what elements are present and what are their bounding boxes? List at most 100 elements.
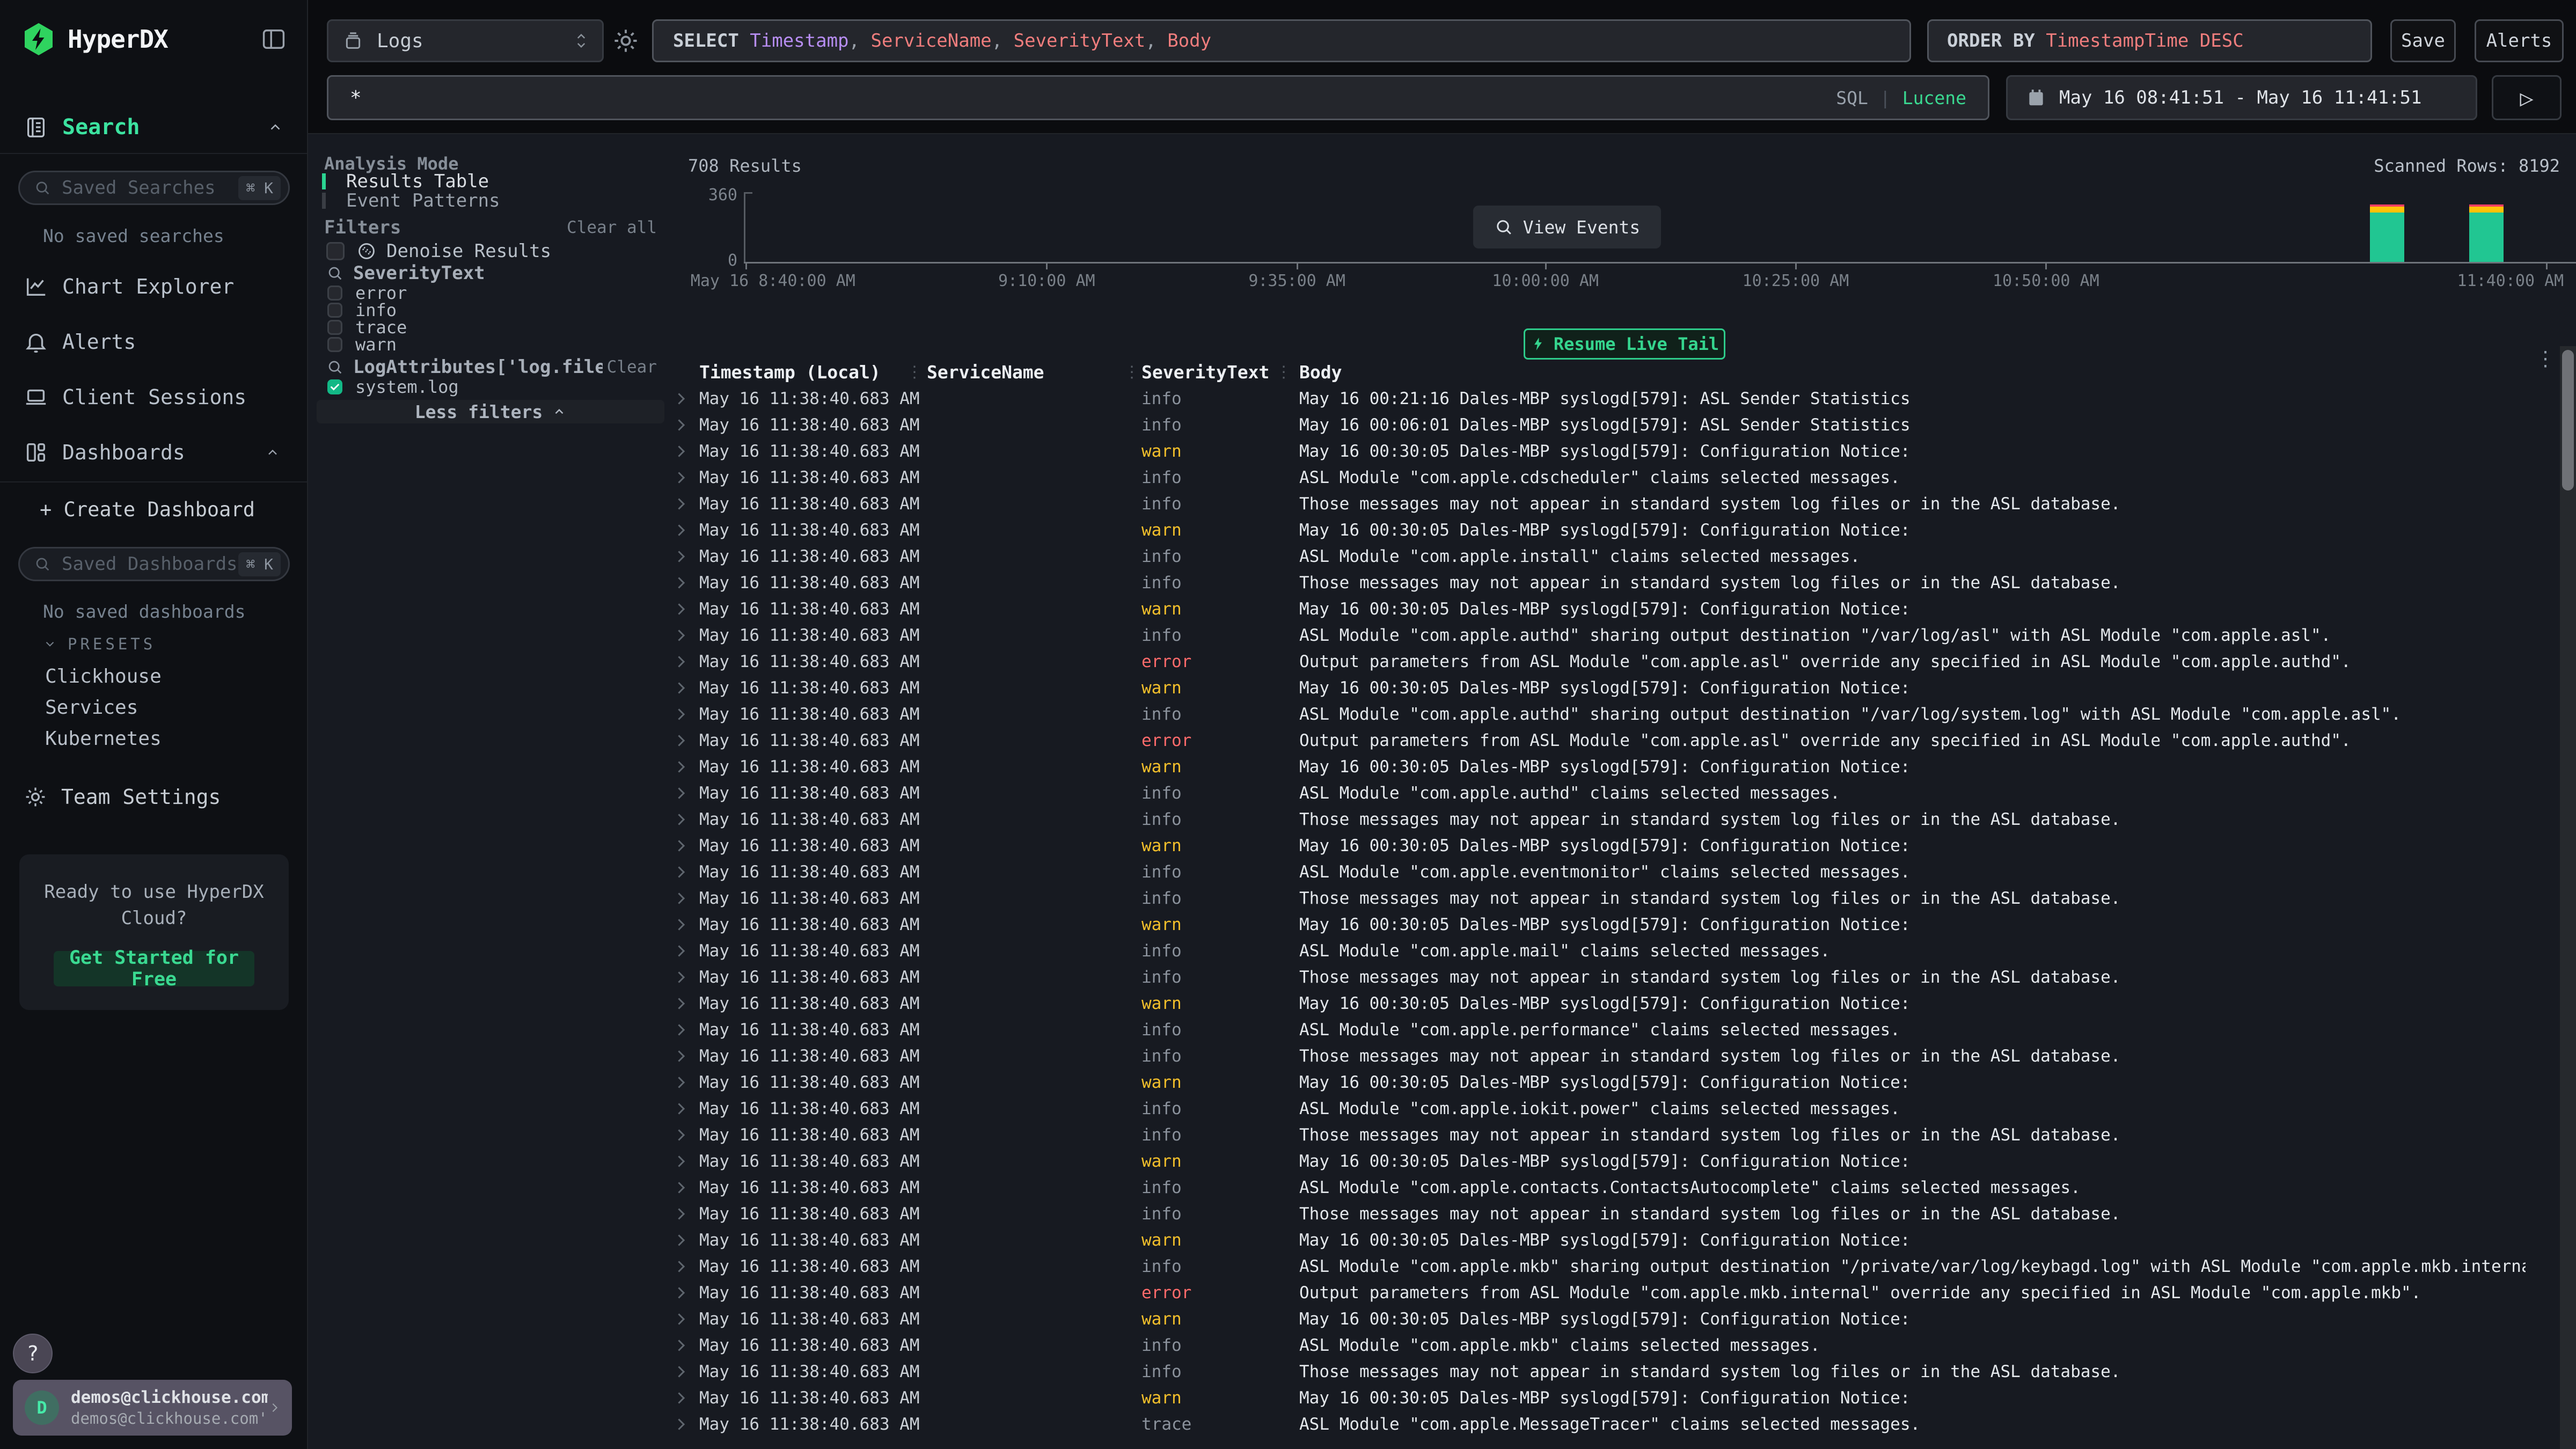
- table-row[interactable]: May 16 11:38:40.683 AMerrorOutput parame…: [308, 1279, 2558, 1306]
- preset-kubernetes[interactable]: Kubernetes: [45, 723, 292, 755]
- column-header-body[interactable]: Body: [1299, 361, 1342, 384]
- alerts-button[interactable]: Alerts: [2475, 19, 2564, 62]
- table-row[interactable]: May 16 11:38:40.683 AMinfoASL Module "co…: [308, 543, 2558, 569]
- table-row[interactable]: May 16 11:38:40.683 AMinfoASL Module "co…: [308, 859, 2558, 885]
- column-header-servicename[interactable]: ServiceName: [927, 361, 1044, 384]
- table-row[interactable]: May 16 11:38:40.683 AMinfoMay 16 00:21:1…: [308, 385, 2558, 412]
- chevron-right-icon[interactable]: [674, 1261, 685, 1272]
- sidebar-item-alerts[interactable]: Alerts: [0, 314, 308, 369]
- checkbox[interactable]: [326, 242, 345, 260]
- table-row[interactable]: May 16 11:38:40.683 AMinfoASL Module "co…: [308, 622, 2558, 648]
- sidebar-item-dashboards[interactable]: Dashboards: [0, 425, 308, 480]
- chevron-right-icon[interactable]: [674, 866, 685, 877]
- chevron-right-icon[interactable]: [674, 1129, 685, 1140]
- chevron-right-icon[interactable]: [674, 1340, 685, 1351]
- source-settings-gear-icon[interactable]: [612, 27, 640, 55]
- chevron-right-icon[interactable]: [674, 708, 685, 720]
- table-row[interactable]: May 16 11:38:40.683 AMwarnMay 16 00:30:0…: [308, 438, 2558, 464]
- chevron-right-icon[interactable]: [674, 1418, 685, 1430]
- table-row[interactable]: May 16 11:38:40.683 AMinfoThose messages…: [308, 1358, 2558, 1385]
- table-row[interactable]: May 16 11:38:40.683 AMwarnMay 16 00:30:0…: [308, 990, 2558, 1016]
- table-row[interactable]: May 16 11:38:40.683 AMwarnMay 16 00:30:0…: [308, 911, 2558, 938]
- filter-option-trace[interactable]: trace: [326, 319, 657, 336]
- chevron-right-icon[interactable]: [674, 892, 685, 904]
- saved-searches-input[interactable]: Saved Searches ⌘ K: [18, 171, 290, 205]
- column-header-severitytext[interactable]: SeverityText: [1141, 361, 1269, 384]
- column-grip-icon[interactable]: ⋮: [906, 361, 923, 384]
- table-row[interactable]: May 16 11:38:40.683 AMinfoASL Module "co…: [308, 780, 2558, 806]
- sidebar-item-team-settings[interactable]: Team Settings: [24, 775, 221, 818]
- chevron-right-icon[interactable]: [674, 419, 685, 430]
- filter-option-info[interactable]: info: [326, 302, 657, 319]
- help-button[interactable]: ?: [13, 1334, 53, 1373]
- saved-dashboards-input[interactable]: Saved Dashboards ⌘ K: [18, 547, 290, 581]
- column-grip-icon[interactable]: ⋮: [1124, 361, 1140, 384]
- order-by-input[interactable]: ORDER BY TimestampTime DESC: [1927, 19, 2372, 62]
- table-row[interactable]: May 16 11:38:40.683 AMinfoASL Module "co…: [308, 1016, 2558, 1043]
- chevron-right-icon[interactable]: [674, 498, 685, 509]
- table-row[interactable]: May 16 11:38:40.683 AMinfoMay 16 00:06:0…: [308, 412, 2558, 438]
- select-columns-input[interactable]: SELECT Timestamp, ServiceName, SeverityT…: [652, 19, 1911, 62]
- filter-option-error[interactable]: error: [326, 284, 657, 302]
- chevron-right-icon[interactable]: [674, 971, 685, 983]
- chevron-right-icon[interactable]: [674, 656, 685, 667]
- chevron-right-icon[interactable]: [674, 1155, 685, 1167]
- sidebar-item-client-sessions[interactable]: Client Sessions: [0, 369, 308, 425]
- table-row[interactable]: May 16 11:38:40.683 AMwarnMay 16 00:30:0…: [308, 675, 2558, 701]
- table-row[interactable]: May 16 11:38:40.683 AMwarnMay 16 00:30:0…: [308, 596, 2558, 622]
- chevron-right-icon[interactable]: [674, 1050, 685, 1062]
- get-started-button[interactable]: Get Started for Free: [54, 951, 254, 986]
- chevron-right-icon[interactable]: [674, 472, 685, 483]
- run-query-button[interactable]: ▷: [2492, 75, 2562, 120]
- table-row[interactable]: May 16 11:38:40.683 AMinfoThose messages…: [308, 1122, 2558, 1148]
- chevron-right-icon[interactable]: [674, 814, 685, 825]
- sidebar-collapse-icon[interactable]: [260, 25, 288, 53]
- resume-live-tail-button[interactable]: Resume Live Tail: [1524, 328, 1725, 360]
- chevron-right-icon[interactable]: [674, 603, 685, 614]
- table-row[interactable]: May 16 11:38:40.683 AMwarnMay 16 00:30:0…: [308, 832, 2558, 859]
- chevron-right-icon[interactable]: [674, 761, 685, 772]
- table-row[interactable]: May 16 11:38:40.683 AMinfoThose messages…: [308, 806, 2558, 832]
- table-row[interactable]: May 16 11:38:40.683 AMinfoASL Module "co…: [308, 1253, 2558, 1279]
- clear-all-button[interactable]: Clear all: [567, 218, 657, 237]
- chevron-right-icon[interactable]: [674, 1077, 685, 1088]
- table-row[interactable]: May 16 11:38:40.683 AMwarnMay 16 00:30:0…: [308, 1227, 2558, 1253]
- search-mode-sql[interactable]: SQL: [1836, 87, 1868, 108]
- scrollbar-thumb[interactable]: [2562, 350, 2574, 491]
- sidebar-item-chart-explorer[interactable]: Chart Explorer: [0, 259, 308, 314]
- checkbox[interactable]: [327, 303, 342, 318]
- chevron-right-icon[interactable]: [674, 393, 685, 404]
- analysis-mode-results-table[interactable]: Results Table: [317, 172, 664, 191]
- chevron-right-icon[interactable]: [674, 1024, 685, 1035]
- checkbox[interactable]: [327, 320, 342, 335]
- view-events-button[interactable]: View Events: [1473, 206, 1661, 248]
- table-row[interactable]: May 16 11:38:40.683 AMwarnMay 16 00:30:0…: [308, 517, 2558, 543]
- source-select[interactable]: Logs: [327, 19, 604, 62]
- filter-option-warn[interactable]: warn: [326, 336, 657, 353]
- table-options-kebab-icon[interactable]: ⋮: [2535, 347, 2556, 370]
- save-button[interactable]: Save: [2390, 19, 2456, 62]
- chevron-right-icon[interactable]: [674, 630, 685, 641]
- table-row[interactable]: May 16 11:38:40.683 AMinfoThose messages…: [308, 491, 2558, 517]
- chevron-right-icon[interactable]: [674, 840, 685, 851]
- preset-clickhouse[interactable]: Clickhouse: [45, 661, 292, 692]
- table-row[interactable]: May 16 11:38:40.683 AMinfoASL Module "co…: [308, 1174, 2558, 1201]
- scrollbar-track[interactable]: [2560, 346, 2576, 1449]
- table-row[interactable]: May 16 11:38:40.683 AMinfoThose messages…: [308, 964, 2558, 990]
- table-row[interactable]: May 16 11:38:40.683 AMwarnMay 16 00:30:0…: [308, 1069, 2558, 1095]
- chevron-right-icon[interactable]: [674, 577, 685, 588]
- denoise-results-option[interactable]: Denoise Results: [326, 240, 551, 262]
- column-grip-icon[interactable]: ⋮: [1276, 361, 1292, 384]
- chevron-right-icon[interactable]: [674, 682, 685, 693]
- chevron-right-icon[interactable]: [674, 1208, 685, 1219]
- analysis-mode-event-patterns[interactable]: Event Patterns: [317, 191, 664, 210]
- table-row[interactable]: May 16 11:38:40.683 AMerrorOutput parame…: [308, 727, 2558, 753]
- sidebar-item-search[interactable]: Search: [24, 110, 283, 144]
- table-row[interactable]: May 16 11:38:40.683 AMerrorOutput parame…: [308, 648, 2558, 675]
- search-query-input[interactable]: * SQL|Lucene: [327, 75, 1989, 120]
- table-row[interactable]: May 16 11:38:40.683 AMinfoThose messages…: [308, 1201, 2558, 1227]
- chevron-right-icon[interactable]: [674, 445, 685, 457]
- table-row[interactable]: May 16 11:38:40.683 AMinfoASL Module "co…: [308, 938, 2558, 964]
- chevron-right-icon[interactable]: [674, 524, 685, 536]
- chevron-right-icon[interactable]: [674, 919, 685, 930]
